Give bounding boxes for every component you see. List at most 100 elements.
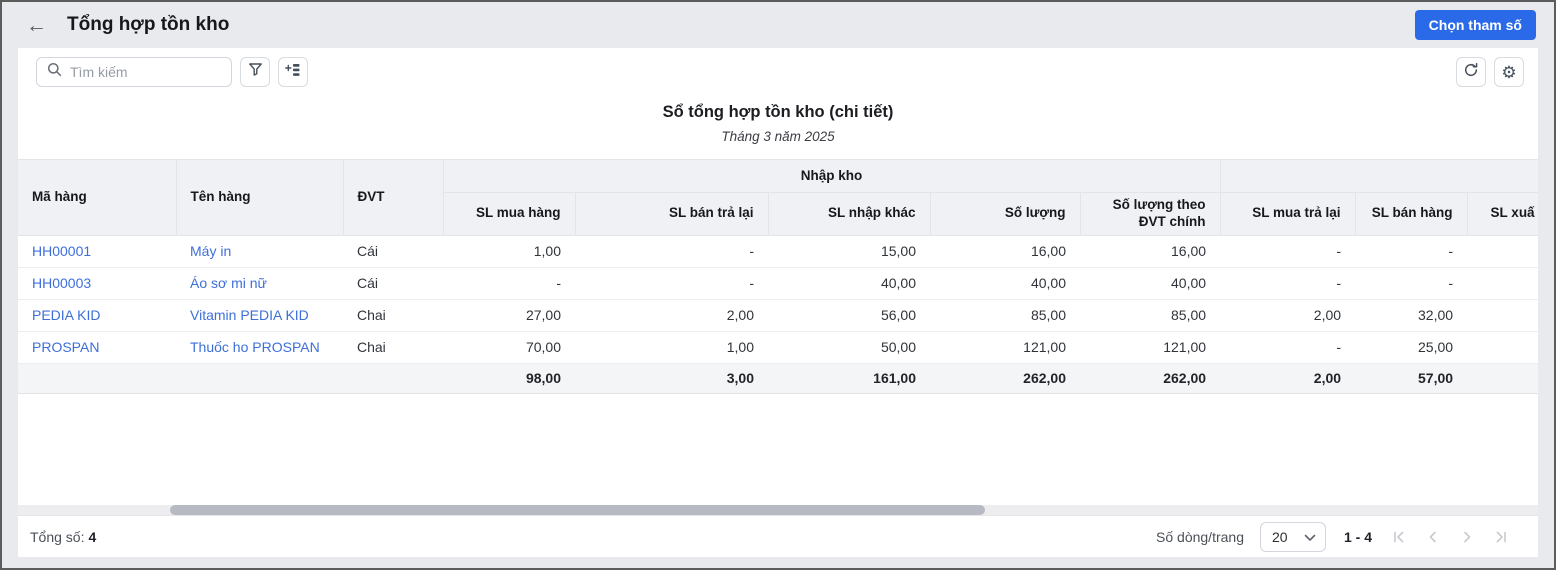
- column-header[interactable]: SL mua trả lại: [1219, 192, 1356, 236]
- first-page-icon[interactable]: [1382, 522, 1416, 552]
- horizontal-scrollbar-thumb[interactable]: [170, 505, 985, 515]
- column-header[interactable]: Số lượng theo ĐVT chính: [1079, 192, 1221, 236]
- value-cell: 32,00: [1355, 299, 1468, 332]
- table-row: PEDIA KID Vitamin PEDIA KID Chai 27,00 2,00 5…: [18, 299, 1538, 332]
- table-row: HH00001 Máy in Cái 1,00-15,00 16,00 16,00- -: [18, 235, 1538, 268]
- value-cell: 121,00: [930, 331, 1080, 364]
- value-cell: 2,00: [1220, 299, 1356, 332]
- value-cell: 40,00: [768, 267, 930, 300]
- pagination-controls: Số dòng/trang 20 1 - 4: [1156, 521, 1518, 552]
- column-header[interactable]: SL mua hàng: [443, 192, 576, 236]
- value-cell: 56,00: [768, 299, 930, 332]
- value-cell: 1,00: [575, 331, 768, 364]
- next-page-icon[interactable]: [1450, 522, 1484, 552]
- page-range: 1 - 4: [1343, 528, 1372, 545]
- column-header[interactable]: SL bán trả lại: [574, 192, 769, 236]
- column-header[interactable]: SL nhập khác: [767, 192, 931, 236]
- last-page-icon[interactable]: [1484, 522, 1518, 552]
- horizontal-scrollbar[interactable]: [18, 505, 1538, 515]
- column-header-item-code[interactable]: Mã hàng: [18, 159, 177, 236]
- gear-icon: ⚙: [1501, 62, 1517, 82]
- value-cell: 121,00: [1080, 331, 1221, 364]
- item-name-cell: Máy in: [176, 235, 343, 268]
- refresh-button[interactable]: [1456, 57, 1486, 87]
- item-name-link[interactable]: Vitamin PEDIA KID: [190, 307, 309, 323]
- filter-button[interactable]: [240, 57, 270, 87]
- value-cell: 16,00: [930, 235, 1080, 268]
- totals-value-cell: 57,00: [1355, 363, 1468, 394]
- value-cell: [1467, 331, 1538, 364]
- content-panel: ⚙ Sổ tổng hợp tồn kho (chi tiết) Tháng 3…: [18, 48, 1538, 557]
- item-name-link[interactable]: Máy in: [190, 243, 231, 259]
- report-heading: Sổ tổng hợp tồn kho (chi tiết) Tháng 3 n…: [18, 103, 1538, 144]
- search-input[interactable]: [70, 64, 221, 80]
- app-window: ← Tổng hợp tồn kho Chọn tham số Tìm kiếm…: [0, 0, 1556, 570]
- column-header[interactable]: SL bán hàng: [1354, 192, 1468, 236]
- value-cell: [1467, 267, 1538, 300]
- add-columns-button[interactable]: [278, 57, 308, 87]
- toolbar: ⚙: [18, 48, 1538, 96]
- column-header-unit[interactable]: ĐVT: [342, 159, 444, 236]
- item-name-cell: Áo sơ mi nữ: [176, 267, 343, 300]
- value-cell: 85,00: [1080, 299, 1221, 332]
- total-count-label: Tổng số:: [30, 528, 85, 545]
- value-cell: -: [1355, 235, 1468, 268]
- search-icon: [47, 62, 62, 82]
- value-cell: -: [1355, 267, 1468, 300]
- choose-params-button[interactable]: Chọn tham số: [1414, 10, 1536, 40]
- column-header[interactable]: Số lượng: [929, 192, 1081, 236]
- total-count: Tổng số: 4: [30, 529, 96, 545]
- table-row: HH00003 Áo sơ mi nữ Cái - -40,00 40,00 40,00- -: [18, 267, 1538, 300]
- value-cell: 70,00: [443, 331, 575, 364]
- group-header-outbound: [1219, 159, 1538, 193]
- value-cell: 27,00: [443, 299, 575, 332]
- inventory-table: Mã hàng Tên hàng ĐVT Nhập kho SL mua hàn…: [18, 159, 1538, 394]
- unit-cell: Cái: [343, 235, 443, 268]
- value-cell: [1467, 299, 1538, 332]
- prev-page-icon[interactable]: [1416, 522, 1450, 552]
- value-cell: 15,00: [768, 235, 930, 268]
- unit-cell: Cái: [343, 267, 443, 300]
- total-count-value: 4: [88, 528, 97, 545]
- item-code-link[interactable]: HH00003: [32, 275, 91, 291]
- item-code-cell: PROSPAN: [18, 331, 176, 364]
- filter-icon: [248, 62, 263, 82]
- value-cell: -: [1220, 331, 1356, 364]
- table-row: PROSPAN Thuốc ho PROSPAN Chai 70,00 1,00 50,0…: [18, 331, 1538, 364]
- totals-value-cell: [1467, 363, 1538, 394]
- totals-value-cell: 2,00: [1220, 363, 1356, 394]
- rows-per-page-value: 20: [1271, 528, 1288, 545]
- item-code-link[interactable]: PEDIA KID: [32, 307, 100, 323]
- item-code-link[interactable]: PROSPAN: [32, 339, 99, 355]
- column-header[interactable]: SL xuấ: [1466, 192, 1538, 236]
- totals-value-cell: 3,00: [575, 363, 768, 394]
- value-cell: -: [443, 267, 575, 300]
- totals-value-cell: 98,00: [443, 363, 575, 394]
- page-title: Tổng hợp tồn kho: [67, 14, 230, 35]
- value-cell: 16,00: [1080, 235, 1221, 268]
- value-cell: -: [1220, 267, 1356, 300]
- item-code-cell: HH00001: [18, 235, 176, 268]
- value-cell: 85,00: [930, 299, 1080, 332]
- chevron-down-icon: [1304, 529, 1316, 545]
- refresh-icon: [1463, 62, 1479, 83]
- settings-button[interactable]: ⚙: [1494, 57, 1524, 87]
- totals-value-cell: 262,00: [930, 363, 1080, 394]
- pager: [1382, 522, 1518, 552]
- unit-cell: Chai: [343, 299, 443, 332]
- report-title: Sổ tổng hợp tồn kho (chi tiết): [662, 103, 894, 121]
- value-cell: 25,00: [1355, 331, 1468, 364]
- rows-per-page-select[interactable]: 20: [1259, 521, 1326, 552]
- item-name-link[interactable]: Áo sơ mi nữ: [190, 275, 267, 291]
- item-code-link[interactable]: HH00001: [32, 243, 91, 259]
- item-name-link[interactable]: Thuốc ho PROSPAN: [190, 339, 320, 355]
- back-icon[interactable]: ←: [26, 15, 47, 36]
- totals-row: 98,00 3,00 161,00 262,00 262,00 2,00 57,00: [18, 363, 1538, 394]
- totals-value-cell: 262,00: [1080, 363, 1221, 394]
- search-box[interactable]: [36, 57, 232, 87]
- table-footer: Tổng số: 4 Số dòng/trang 20 1 - 4: [18, 515, 1538, 557]
- column-header-item-name[interactable]: Tên hàng: [175, 159, 344, 236]
- value-cell: 2,00: [575, 299, 768, 332]
- value-cell: -: [575, 267, 768, 300]
- toolbar-right: ⚙: [1456, 57, 1524, 87]
